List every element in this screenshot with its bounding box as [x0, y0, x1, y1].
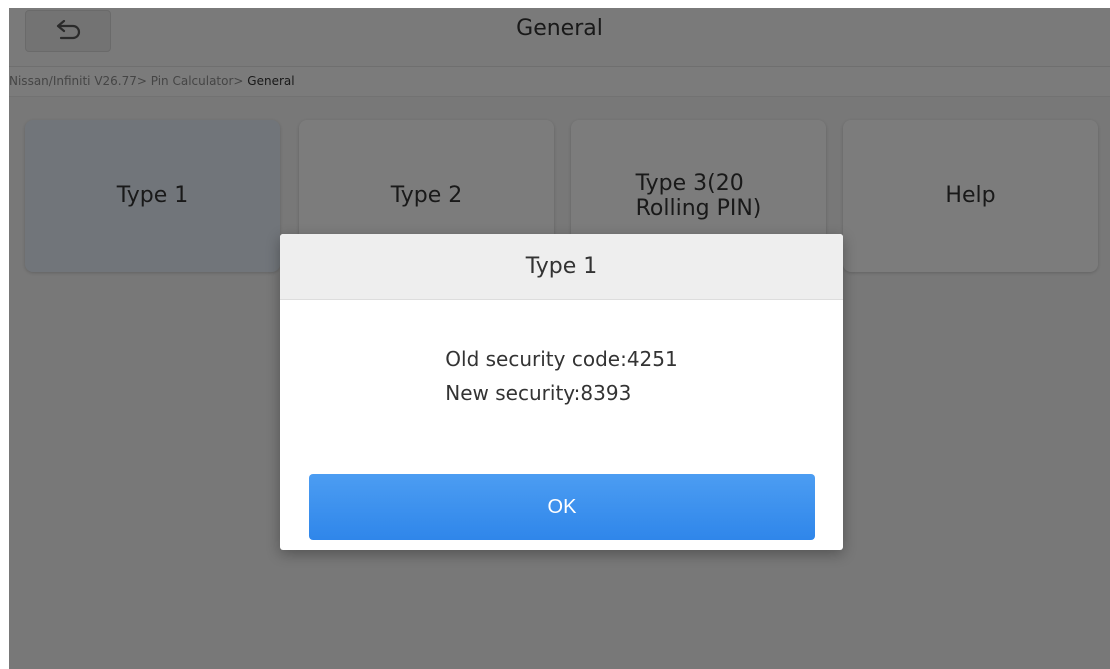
result-dialog: Type 1 Old security code:4251 New securi… [280, 234, 843, 550]
ok-button[interactable]: OK [309, 474, 815, 540]
new-security-code-text: New security:8393 [445, 381, 632, 405]
dialog-body: Old security code:4251 New security:8393 [280, 300, 843, 460]
dialog-title: Type 1 [280, 234, 843, 300]
old-security-code-text: Old security code:4251 [445, 347, 678, 371]
app-screen: General Nissan/Infiniti V26.77> Pin Calc… [9, 8, 1110, 669]
